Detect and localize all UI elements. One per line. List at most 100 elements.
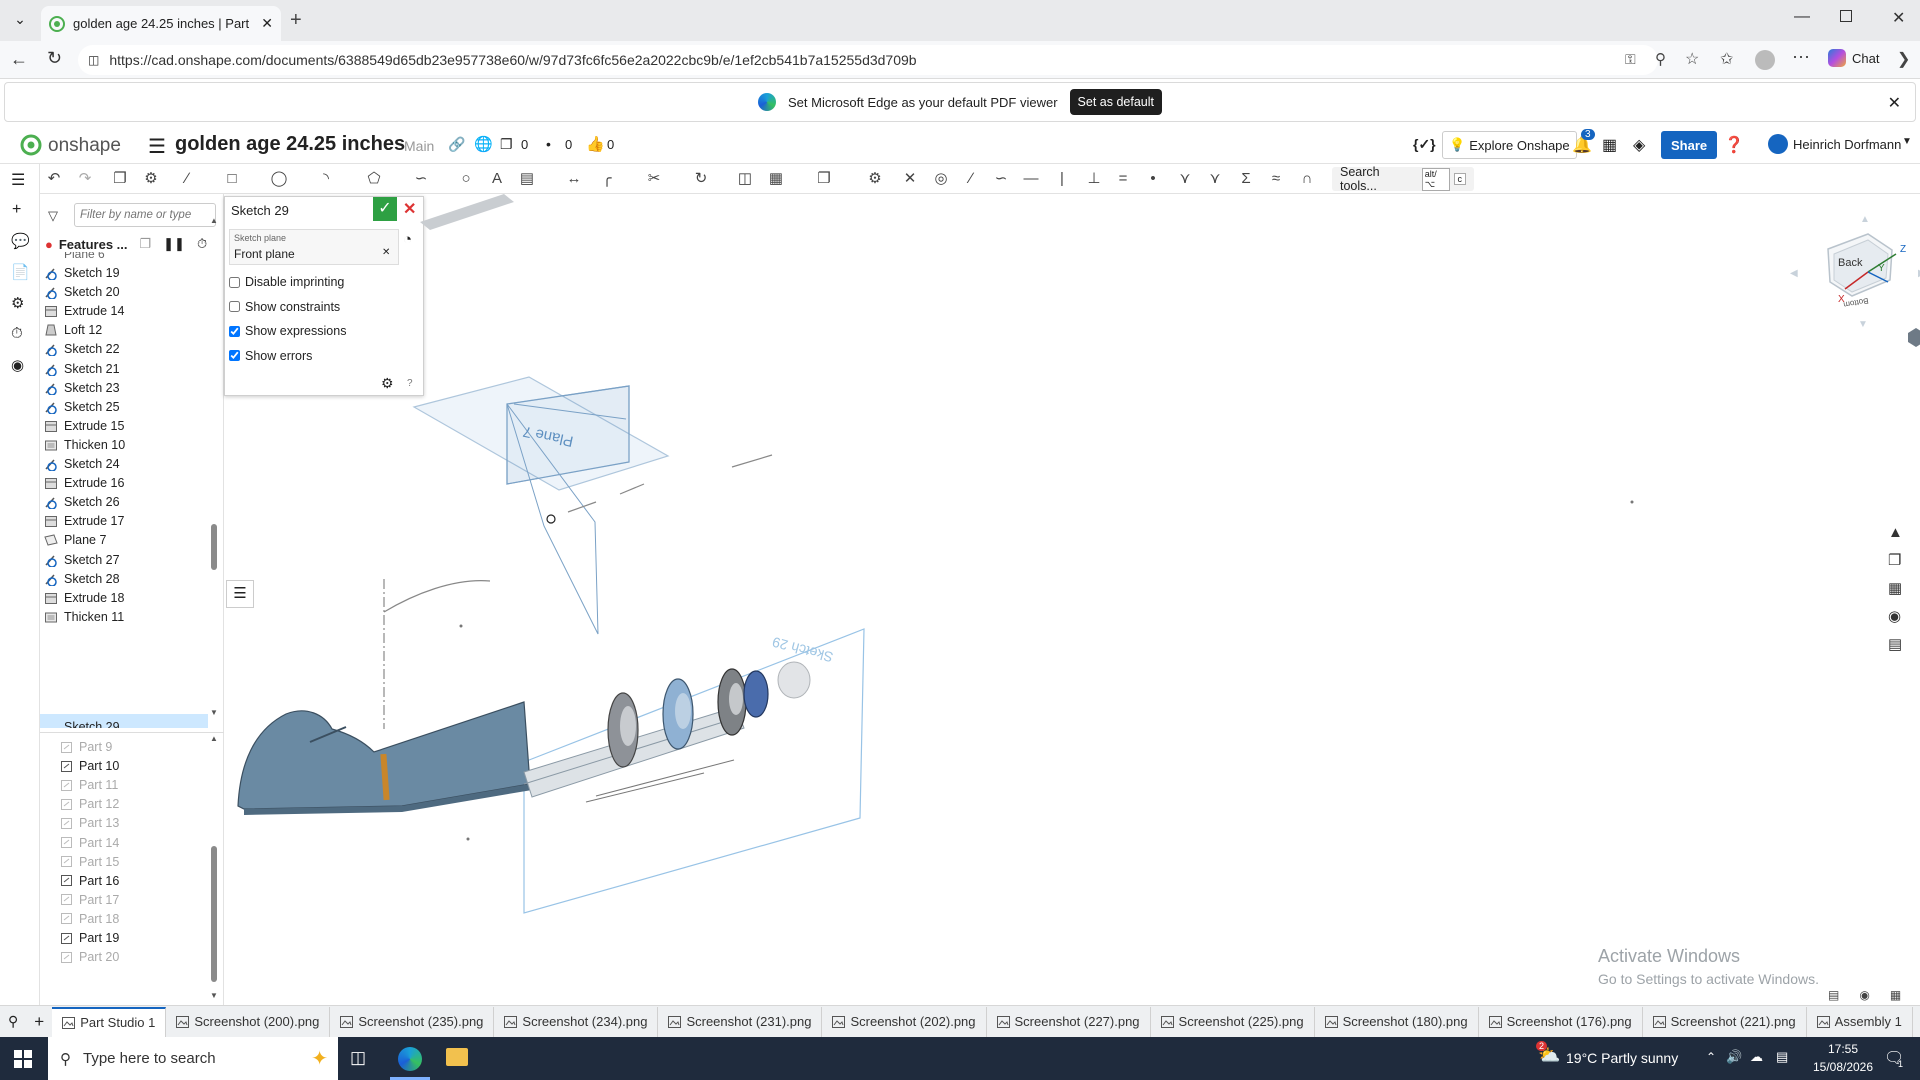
document-tab[interactable]: Screenshot (234).png	[494, 1006, 659, 1037]
more-menu-icon[interactable]: ⋯	[1792, 47, 1810, 68]
parts-scrollbar-thumb[interactable]	[211, 846, 217, 982]
add-folder-icon[interactable]: ❐	[140, 236, 152, 252]
use-icon[interactable]: ❐	[815, 170, 833, 188]
construction-icon[interactable]: ⚙	[866, 170, 884, 188]
circle-tool-icon[interactable]: ◯	[270, 170, 288, 188]
configurations-icon[interactable]: ⚙	[11, 294, 24, 312]
url-field[interactable]: ◫ https://cad.onshape.com/documents/6388…	[78, 45, 1658, 75]
branch-label[interactable]: Main	[404, 138, 434, 154]
document-tab[interactable]: Screenshot (235).png	[330, 1006, 495, 1037]
filter-funnel-icon[interactable]: ▽	[48, 208, 58, 224]
collapse-panel-list-icon[interactable]: ☰	[226, 580, 254, 608]
parts-icon[interactable]: ❐	[1888, 551, 1903, 569]
document-tab[interactable]: Screenshot (221).png	[1643, 1006, 1807, 1037]
rotate-down-arrow-icon[interactable]: ▼	[1858, 319, 1868, 330]
copies-icon[interactable]: ❐	[500, 136, 513, 153]
show-hidden-icons-icon[interactable]: ⌃	[1706, 1050, 1716, 1064]
volume-icon[interactable]: 🔊	[1726, 1049, 1742, 1065]
viewcube-back-label[interactable]: Back	[1838, 257, 1863, 269]
spline-tool-icon[interactable]: ∽	[412, 170, 430, 188]
render-mode-icon[interactable]: ▦	[1890, 988, 1901, 1002]
rectangle-tool-icon[interactable]: □	[223, 170, 241, 188]
parts-scroll-down-icon[interactable]: ▼	[210, 991, 218, 1000]
copy-icon[interactable]: ❐	[111, 170, 129, 188]
pierce-icon[interactable]: ⋎	[1206, 170, 1224, 188]
offset-icon[interactable]: ↻	[692, 170, 710, 188]
feature-item[interactable]: Thicken 11	[40, 606, 208, 628]
close-window-icon[interactable]: ✕	[1892, 8, 1905, 28]
favorite-star-icon[interactable]: ☆	[1685, 49, 1699, 69]
rotate-left-arrow-icon[interactable]: ◀	[1790, 268, 1798, 279]
user-menu-chevron-icon[interactable]: ▼	[1902, 136, 1912, 147]
document-title[interactable]: golden age 24.25 inches	[175, 133, 405, 156]
maximize-icon[interactable]	[1840, 10, 1852, 22]
share-button[interactable]: Share	[1661, 131, 1718, 159]
document-tab[interactable]: Screenshot (231).png	[658, 1006, 823, 1037]
parts-scroll-up-icon[interactable]: ▲	[210, 734, 218, 743]
filter-input[interactable]	[74, 203, 216, 227]
pause-icon[interactable]: ❚❚	[163, 236, 185, 252]
curvature-icon[interactable]: ∩	[1298, 170, 1316, 188]
redo-icon[interactable]: ↷	[76, 170, 94, 188]
globe-icon[interactable]: 🌐	[474, 135, 493, 153]
document-tab[interactable]: Screenshot (176).png	[1479, 1006, 1643, 1037]
view-cube[interactable]: Back Bottom Z Y X ◀ ▶ ▲ ▼	[1790, 214, 1920, 330]
fuselage-part[interactable]	[237, 701, 532, 815]
undo-icon[interactable]: ↶	[45, 170, 63, 188]
horizontal-icon[interactable]: —	[1022, 170, 1040, 188]
document-tab[interactable]: Assembly 1	[1807, 1006, 1913, 1037]
arc-tool-icon[interactable]: ◝	[317, 170, 335, 188]
selection-filter-strip[interactable]	[420, 194, 514, 230]
document-tab[interactable]: Screenshot (180).png	[1315, 1006, 1479, 1037]
sidebar-toggle-icon[interactable]: ❯	[1897, 49, 1910, 69]
fillet-icon[interactable]: ╭	[598, 170, 616, 188]
appearance-icon[interactable]: ▲	[1888, 524, 1903, 541]
analysis-icon[interactable]: ◉	[11, 356, 24, 374]
user-name[interactable]: Heinrich Dorfmann	[1793, 137, 1901, 152]
concentric-icon[interactable]: ◎	[932, 170, 950, 188]
viewcube-bottom-label[interactable]: Bottom	[1842, 296, 1869, 309]
features-scrollbar-thumb[interactable]	[211, 524, 217, 570]
snap-icon[interactable]: ⚙	[142, 170, 160, 188]
windows-start-icon[interactable]	[14, 1050, 32, 1068]
point-tool-icon[interactable]: ○	[457, 170, 475, 188]
file-explorer-icon[interactable]	[446, 1048, 468, 1066]
weather-text[interactable]: 19°C Partly sunny	[1566, 1050, 1678, 1066]
measure-icon[interactable]: ◉	[1888, 607, 1903, 625]
feature-list-icon[interactable]: ☰	[11, 170, 25, 190]
symmetric-icon[interactable]: Σ	[1237, 170, 1255, 188]
variables-icon[interactable]: {✓}	[1413, 136, 1436, 153]
edge-taskbar-icon[interactable]	[398, 1047, 422, 1071]
rollback-clock-icon[interactable]: ⏱	[197, 236, 207, 252]
document-tab[interactable]: Screenshot (227).png	[987, 1006, 1151, 1037]
clock-date[interactable]: 15/08/2026	[1808, 1060, 1878, 1074]
features-title[interactable]: Features ...	[59, 237, 128, 252]
tab-part-studio-active[interactable]: Part Studio 1	[52, 1006, 167, 1037]
clock-time[interactable]: 17:55	[1808, 1042, 1878, 1056]
tangent-icon[interactable]: ∽	[992, 170, 1010, 188]
help-icon[interactable]: ❓	[1724, 135, 1744, 155]
close-infobar-icon[interactable]: ✕	[1888, 93, 1901, 113]
graphics-viewport[interactable]: Plane 7 Sketch 29 Back Bottom Z Y X ◀ ▲ …	[224, 194, 1920, 1005]
link-icon[interactable]: 🔗	[448, 136, 465, 153]
browser-tab[interactable]: golden age 24.25 inches | Part Stu ✕	[41, 6, 281, 41]
taskbar-search-box[interactable]: ⚲ Type here to search ✦	[48, 1037, 338, 1080]
variable-table-icon[interactable]: ▤	[1888, 635, 1903, 653]
parallel-icon[interactable]: ∕	[962, 170, 980, 188]
normal-icon[interactable]: ⋎	[1176, 170, 1194, 188]
set-as-default-button[interactable]: Set as default	[1069, 89, 1162, 115]
line-tool-icon[interactable]: ∕	[178, 170, 196, 188]
site-info-icon[interactable]: ◫	[88, 53, 99, 67]
versions-icon[interactable]: •	[546, 136, 551, 152]
plane-7[interactable]: Plane 7	[412, 376, 670, 635]
pattern-icon[interactable]: ▦	[767, 170, 785, 188]
like-icon[interactable]: 👍	[586, 135, 605, 153]
favorites-icon[interactable]: ✩	[1720, 49, 1733, 69]
zoom-icon[interactable]: ⚲	[1655, 50, 1666, 68]
mirror-icon[interactable]: ◫	[736, 170, 754, 188]
notes-icon[interactable]: 📄	[11, 263, 30, 281]
insert-icon[interactable]: +	[12, 201, 21, 219]
view-options-cube-icon[interactable]: ▼	[1908, 328, 1920, 347]
part-item[interactable]: Part 20	[60, 946, 119, 968]
tab-list-chevron-icon[interactable]: ⌄	[10, 11, 30, 31]
